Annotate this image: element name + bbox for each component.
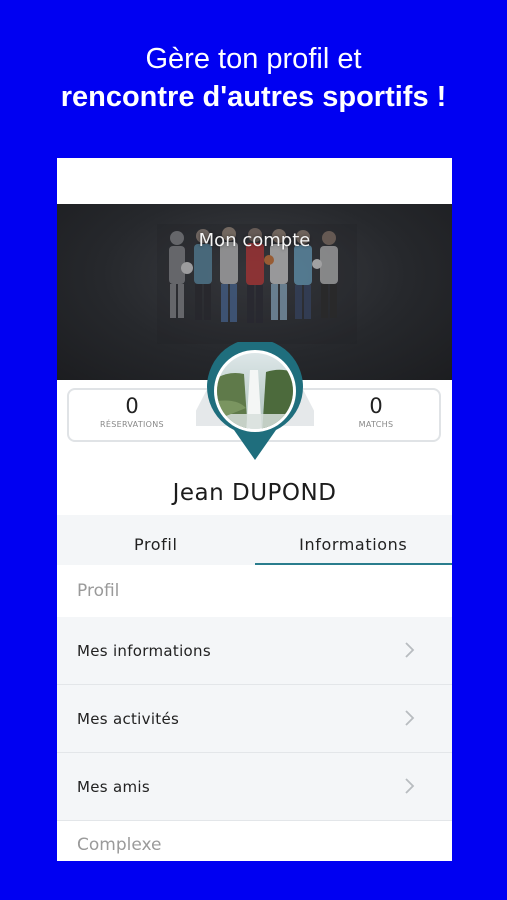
menu-item-mes-activites[interactable]: Mes activités bbox=[57, 685, 452, 753]
menu-item-label: Mes informations bbox=[77, 641, 211, 660]
matchs-count: 0 bbox=[369, 394, 383, 418]
chevron-right-icon bbox=[405, 710, 415, 726]
chevron-right-icon bbox=[405, 642, 415, 658]
profile-tabs: Profil Informations bbox=[57, 515, 452, 565]
status-bar bbox=[57, 158, 452, 204]
reservations-label: RÉSERVATIONS bbox=[100, 420, 164, 429]
app-screen: Mon compte 0 RÉSERVATIONS 0 MATCHS Jean … bbox=[57, 158, 452, 861]
menu-item-mes-amis[interactable]: Mes amis bbox=[57, 753, 452, 821]
section-header-profil: Profil bbox=[57, 565, 452, 617]
promo-line-1: Gère ton profil et bbox=[145, 43, 362, 75]
user-name: Jean DUPOND bbox=[172, 480, 337, 506]
stat-reservations[interactable]: 0 RÉSERVATIONS bbox=[67, 394, 197, 429]
chevron-right-icon bbox=[405, 778, 415, 794]
page-title: Mon compte bbox=[198, 230, 311, 251]
avatar[interactable] bbox=[196, 342, 314, 460]
promo-line-2: rencontre d'autres sportifs ! bbox=[60, 81, 447, 113]
menu-item-label: Mes amis bbox=[77, 777, 150, 796]
matchs-label: MATCHS bbox=[358, 420, 394, 429]
section-header-complexe: Complexe bbox=[57, 822, 452, 861]
menu-item-mes-informations[interactable]: Mes informations bbox=[57, 617, 452, 685]
stat-matchs[interactable]: 0 MATCHS bbox=[311, 394, 441, 429]
menu-item-label: Mes activités bbox=[77, 709, 180, 728]
tab-informations[interactable]: Informations bbox=[254, 515, 453, 565]
promo-headline: Gère ton profil et rencontre d'autres sp… bbox=[0, 40, 507, 116]
tab-profil[interactable]: Profil bbox=[57, 515, 255, 565]
reservations-count: 0 bbox=[125, 394, 139, 418]
